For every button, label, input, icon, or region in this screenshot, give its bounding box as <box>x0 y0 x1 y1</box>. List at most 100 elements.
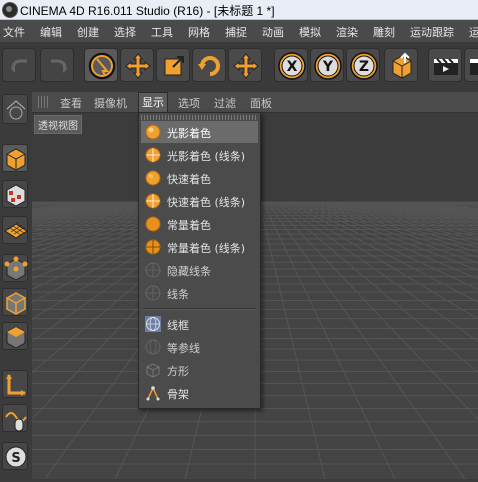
menu-edit[interactable]: 编辑 <box>40 20 62 40</box>
render-view-button[interactable] <box>428 48 462 82</box>
x-axis-lock-button[interactable]: X <box>274 48 308 82</box>
menu-separator <box>143 308 256 310</box>
cinema4d-app-icon <box>2 2 18 18</box>
constant-shading-icon <box>145 216 161 232</box>
redo-button[interactable] <box>40 48 74 82</box>
axis-mode-button[interactable] <box>2 370 28 398</box>
viewport-menu-view[interactable]: 查看 <box>60 95 82 111</box>
menu-file[interactable]: 文件 <box>3 20 25 40</box>
lines-icon <box>145 285 161 301</box>
viewport-menu-panel[interactable]: 面板 <box>250 95 272 111</box>
window-title: CINEMA 4D R16.011 Studio (R16) - [未标题 1 … <box>20 4 275 18</box>
menu-item-skeleton[interactable]: 骨架 <box>141 382 258 404</box>
main-menu-bar: 文件编辑创建选择工具网格捕捉动画模拟渲染雕刻运动跟踪运动 <box>0 20 478 42</box>
menu-create[interactable]: 创建 <box>77 20 99 40</box>
menu-item-constant-shading[interactable]: 常量着色 <box>141 213 258 235</box>
menu-item-label: 线框 <box>167 319 189 332</box>
menu-item-label: 快速着色 (线条) <box>167 196 246 209</box>
quick-shading-lines-icon <box>145 193 161 209</box>
render-to-picture-viewer-icon <box>470 59 478 75</box>
render-to-picture-viewer-button[interactable] <box>464 48 478 82</box>
menu-item-quick-shading-lines[interactable]: 快速着色 (线条) <box>141 190 258 212</box>
menu-select[interactable]: 选择 <box>114 20 136 40</box>
move-icon <box>125 53 151 79</box>
menu-item-quick-shading[interactable]: 快速着色 <box>141 167 258 189</box>
z-axis-lock-icon: Z <box>350 52 378 80</box>
make-editable-icon <box>6 100 26 120</box>
menu-item-lines[interactable]: 线条 <box>141 282 258 304</box>
workplane-grid-icon <box>4 221 28 239</box>
menu-item-label: 光影着色 <box>167 127 211 140</box>
y-axis-lock-button[interactable]: Y <box>310 48 344 82</box>
gouraud-shading-icon <box>145 124 161 140</box>
redo-icon <box>51 59 67 73</box>
menu-sculpt[interactable]: 雕刻 <box>373 20 395 40</box>
viewport-grip-icon[interactable] <box>38 96 50 108</box>
viewport-menu-bar: 查看 摄像机 显示 选项 过滤 面板 <box>32 92 478 113</box>
model-mode-button[interactable] <box>2 144 28 172</box>
snap-icon: S <box>5 446 27 468</box>
display-dropdown-menu: 光影着色 光影着色 (线条) 快速着色 快速着色 (线条) 常量着色 常量着色 … <box>138 112 261 409</box>
menu-item-gouraud-shading[interactable]: 光影着色 <box>141 121 258 143</box>
viewport-menu-filter[interactable]: 过滤 <box>214 95 236 111</box>
undo-icon <box>11 59 27 73</box>
edges-mode-icon <box>6 292 26 315</box>
rotate-button[interactable] <box>192 48 226 82</box>
menu-tearoff-grip[interactable] <box>141 115 258 120</box>
menu-item-isoparms[interactable]: 等参线 <box>141 336 258 358</box>
workplane-mode-button[interactable] <box>2 216 28 244</box>
menu-item-hidden-line[interactable]: 隐藏线条 <box>141 259 258 281</box>
skeleton-icon <box>146 386 160 401</box>
menu-simulate[interactable]: 模拟 <box>299 20 321 40</box>
cube-model-icon <box>6 148 26 171</box>
menu-item-label: 光影着色 (线条) <box>167 150 246 163</box>
menu-motion[interactable]: 运动 <box>469 20 478 40</box>
edges-mode-button[interactable] <box>2 288 28 316</box>
polygons-mode-icon <box>6 326 26 349</box>
menu-item-label: 等参线 <box>167 342 200 355</box>
constant-shading-lines-icon <box>145 239 161 255</box>
recent-tool-button[interactable] <box>228 48 262 82</box>
menu-motion-tracker[interactable]: 运动跟踪 <box>410 20 454 40</box>
menu-item-label: 线条 <box>167 288 189 301</box>
menu-item-gouraud-shading-lines[interactable]: 光影着色 (线条) <box>141 144 258 166</box>
left-tool-palette: S <box>0 92 33 479</box>
make-editable-button[interactable] <box>2 94 28 124</box>
snap-button[interactable]: S <box>2 442 28 470</box>
live-selection-icon <box>88 52 116 80</box>
points-mode-button[interactable] <box>2 254 28 282</box>
scale-button[interactable] <box>156 48 190 82</box>
viewport-menu-options[interactable]: 选项 <box>178 95 200 111</box>
svg-text:Y: Y <box>322 59 334 75</box>
tweak-mode-button[interactable] <box>2 404 28 432</box>
gouraud-shading-lines-icon <box>145 147 161 163</box>
live-selection-button[interactable] <box>84 48 118 82</box>
rotate-icon <box>198 56 220 76</box>
polygons-mode-button[interactable] <box>2 322 28 350</box>
menu-snap[interactable]: 捕捉 <box>225 20 247 40</box>
menu-render[interactable]: 渲染 <box>336 20 358 40</box>
menu-item-wireframe[interactable]: 线框 <box>141 313 258 335</box>
scale-icon <box>164 56 184 76</box>
menu-animate[interactable]: 动画 <box>262 20 284 40</box>
move-button[interactable] <box>120 48 154 82</box>
coordinate-system-icon <box>392 52 412 79</box>
svg-text:S: S <box>11 451 20 466</box>
x-axis-lock-icon: X <box>278 52 306 80</box>
viewport-menu-display[interactable]: 显示 <box>138 92 168 112</box>
recent-tool-icon <box>233 53 259 79</box>
z-axis-lock-button[interactable]: Z <box>346 48 380 82</box>
coordinate-system-button[interactable] <box>384 48 418 82</box>
quick-shading-icon <box>145 170 161 186</box>
menu-tools[interactable]: 工具 <box>151 20 173 40</box>
tweak-mouse-icon <box>5 412 27 432</box>
viewport-menu-cameras[interactable]: 摄像机 <box>94 95 127 111</box>
menu-mesh[interactable]: 网格 <box>188 20 210 40</box>
menu-item-constant-shading-lines[interactable]: 常量着色 (线条) <box>141 236 258 258</box>
menu-item-box[interactable]: 方形 <box>141 359 258 381</box>
undo-button[interactable] <box>2 48 36 82</box>
title-bar: CINEMA 4D R16.011 Studio (R16) - [未标题 1 … <box>0 0 478 20</box>
wireframe-icon <box>145 316 161 332</box>
texture-mode-button[interactable] <box>2 180 28 208</box>
render-view-icon <box>434 58 458 75</box>
